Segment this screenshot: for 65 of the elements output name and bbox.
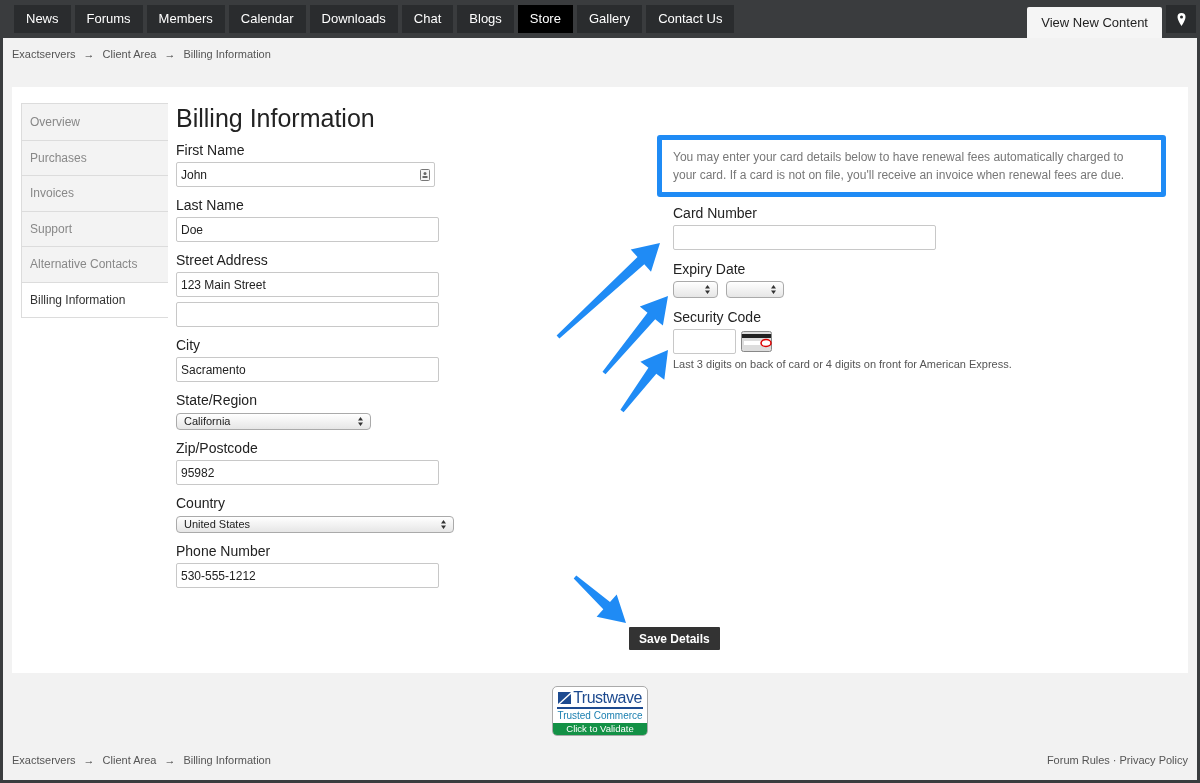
location-pin-icon [1176,12,1186,26]
updown-caret-icon [441,520,446,529]
nav-tab[interactable]: Chat [401,5,454,33]
updown-caret-icon [705,285,710,294]
field-label: State/Region [176,391,258,409]
nav-tab[interactable]: Calendar [228,5,306,33]
dropdown[interactable]: California [176,413,371,430]
nav-tab[interactable]: Downloads [309,5,398,33]
field-label: Card Number [673,204,759,222]
text-field[interactable]: John [176,162,435,187]
card-back-icon [741,331,772,352]
text-field[interactable]: Doe [176,217,439,242]
hint-text: Last 3 digits on back of card or 4 digits on front for American Express. [673,357,1013,372]
dropdown[interactable]: United States [176,516,454,533]
nav-tab[interactable]: Contact Us [646,5,735,33]
nav-tab[interactable]: Forums [74,5,143,33]
text-field[interactable] [673,329,736,354]
badge-action: Click to Validate [553,723,647,735]
annotation-arrow [620,350,668,413]
trustwave-badge[interactable]: Trustwave Trusted Commerce Click to Validate [552,686,648,736]
dropdown[interactable] [726,281,784,298]
text-field[interactable]: Sacramento [176,357,439,382]
dropdown[interactable] [673,281,718,298]
footer-link[interactable]: Privacy Policy [1119,751,1188,768]
breadcrumb-separator: → [164,752,176,768]
save-details-button[interactable]: Save Details [629,627,720,650]
text-field[interactable] [176,302,439,327]
breadcrumb-link[interactable]: Client Area [102,751,157,768]
field-label: City [176,336,202,354]
nav-tab[interactable]: Blogs [457,5,514,33]
nav-tab[interactable]: Gallery [576,5,643,33]
breadcrumb-separator: → [83,47,95,62]
badge-brand: Trustwave [573,689,642,706]
nav-tab[interactable]: News [14,5,71,33]
triangle-logo-icon [558,691,572,704]
text-field[interactable]: 95982 [176,460,439,485]
breadcrumb-link[interactable]: Exactservers [12,46,76,63]
breadcrumb-link[interactable]: Client Area [102,46,157,63]
breadcrumb-link[interactable]: Exactservers [12,751,76,768]
text-field[interactable]: 123 Main Street [176,272,439,297]
breadcrumb-link[interactable]: Billing Information [183,46,271,63]
text-field[interactable]: 530-555-1212 [176,563,439,588]
link-separator: · [1112,752,1117,768]
breadcrumb-separator: → [164,47,176,62]
breadcrumb-separator: → [83,752,95,768]
view-new-content-tab[interactable]: View New Content [1027,7,1162,38]
text-field[interactable] [673,225,936,250]
field-label: Last Name [176,196,245,214]
field-label: Security Code [673,308,762,326]
breadcrumb-link[interactable]: Billing Information [183,751,271,768]
nav-tab[interactable]: Members [146,5,225,33]
field-label: Expiry Date [673,260,747,278]
nav-tab[interactable]: Store [517,5,573,33]
field-label: Phone Number [176,542,272,560]
field-label: Zip/Postcode [176,439,259,457]
card-info-text: You may enter your card details below to have renewal fees automatically charged to your card. If a card is not on file, you'll receive an invoice when renewal fees are due. [673,149,1126,184]
field-label: Street Address [176,251,269,269]
page-title: Billing Information [176,103,376,133]
field-label: First Name [176,141,246,159]
field-label: Country [176,494,227,512]
annotation-arrow [573,575,626,623]
location-pin-button[interactable] [1166,5,1196,33]
updown-caret-icon [771,285,776,294]
updown-caret-icon [358,417,363,426]
footer-link[interactable]: Forum Rules [1046,751,1110,768]
